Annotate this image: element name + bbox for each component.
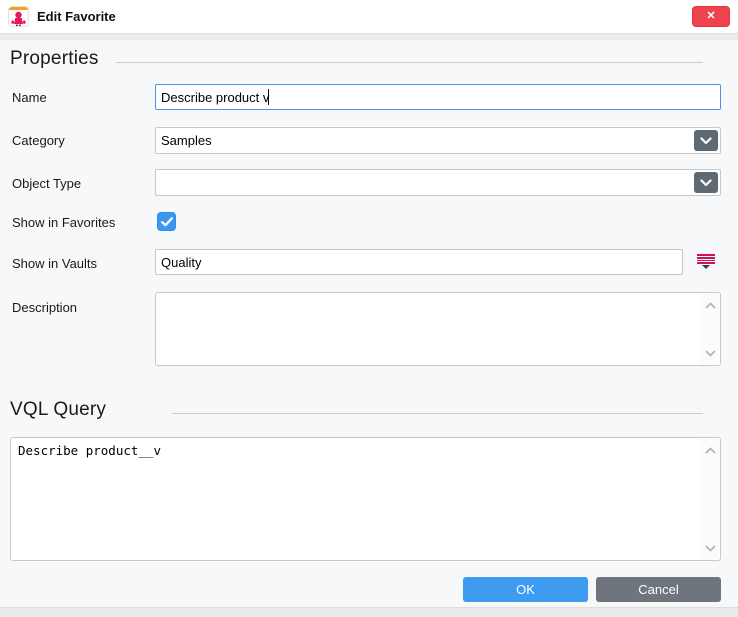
name-input[interactable] [155,84,721,110]
vql-query-textarea[interactable]: Describe product__v [11,438,720,560]
checkmark-icon [161,217,173,227]
object-type-selected-value [161,170,690,195]
pink-figure-glyph [9,10,28,27]
title-bar: Edit Favorite ✕ [0,0,738,33]
filter-bar [697,257,715,259]
window-title: Edit Favorite [37,9,116,24]
show-in-favorites-checkbox[interactable] [157,212,176,231]
vql-scrollbar[interactable] [701,439,719,559]
properties-section-line [116,62,703,63]
vql-section-title: VQL Query [10,399,106,421]
chevron-down-icon[interactable] [694,172,718,193]
description-textarea-box [155,292,721,366]
vql-textarea-box: Describe product__v [10,437,721,561]
favorite-tool-icon [8,6,29,27]
object-type-label: Object Type [12,176,81,191]
bottom-status-strip [0,607,738,617]
description-label: Description [12,300,77,315]
titlebar-divider [0,33,738,40]
show-in-vaults-input[interactable] [155,249,683,275]
show-in-vaults-label: Show in Vaults [12,256,97,271]
filter-bar [697,260,715,262]
filter-lines-icon[interactable] [697,254,715,269]
filter-bar [697,254,715,256]
text-cursor [268,89,269,105]
close-icon: ✕ [706,11,715,22]
description-textarea[interactable] [156,293,720,365]
chevron-up-icon[interactable] [701,297,719,313]
name-label: Name [12,90,47,105]
chevron-down-icon[interactable] [694,130,718,151]
filter-bar [697,262,715,264]
description-scrollbar[interactable] [701,294,719,364]
chevron-down-icon[interactable] [701,345,719,361]
ok-button[interactable]: OK [463,577,588,602]
edit-favorite-dialog: Edit Favorite ✕ Properties Name Category… [0,0,738,617]
category-selected-value: Samples [161,128,690,153]
category-select[interactable]: Samples [155,127,721,154]
category-label: Category [12,133,65,148]
close-button[interactable]: ✕ [692,6,730,27]
chevron-down-icon[interactable] [701,540,719,556]
cancel-button[interactable]: Cancel [596,577,721,602]
object-type-select[interactable] [155,169,721,196]
show-in-favorites-label: Show in Favorites [12,215,115,230]
properties-section-title: Properties [10,48,99,70]
vql-section-line [172,413,703,414]
chevron-up-icon[interactable] [701,442,719,458]
filter-stem [702,265,710,269]
